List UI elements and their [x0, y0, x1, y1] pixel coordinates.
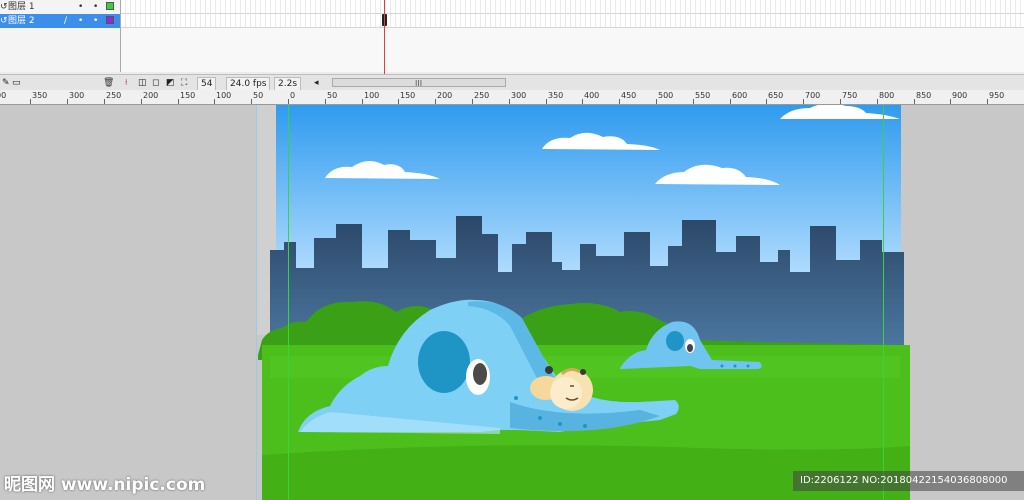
ruler-tick [67, 99, 68, 104]
current-frame-field[interactable]: 54 [197, 77, 217, 91]
ruler-label: 100 [216, 91, 232, 100]
ruler-label: 550 [695, 91, 711, 100]
ruler-tick [178, 99, 179, 104]
frame-rate-field[interactable]: 24.0 fps [226, 77, 271, 91]
ruler-tick [398, 99, 399, 104]
ruler-label: 600 [732, 91, 748, 100]
ruler-tick [546, 99, 547, 104]
ruler-tick [987, 99, 988, 104]
timeline-scrollbar[interactable]: III [332, 78, 506, 88]
edit-multiple-frames-icon[interactable]: ◩ [166, 75, 175, 91]
ruler-label: 400 [584, 91, 600, 100]
onion-skin-icon[interactable]: ◫ [138, 75, 147, 91]
frame-row-layer-2[interactable] [121, 14, 1024, 28]
ruler-tick [104, 99, 105, 104]
playhead[interactable] [384, 0, 385, 76]
layer-row-2[interactable]: ↺ 图层 2 / • • [0, 14, 120, 28]
horizontal-ruler: 0035030025020015010050050100150200250300… [0, 90, 1024, 105]
ruler-tick [30, 99, 31, 104]
ruler-label: 150 [400, 91, 416, 100]
visibility-toggle[interactable]: • [78, 0, 83, 14]
ruler-tick [214, 99, 215, 104]
layer-name[interactable]: 图层 2 [8, 14, 35, 28]
ruler-label: 650 [768, 91, 784, 100]
ruler-tick [656, 99, 657, 104]
watermark-id: ID:2206122 NO:20180422154036808000 [793, 471, 1024, 491]
ruler-tick [582, 99, 583, 104]
ruler-label: 200 [143, 91, 159, 100]
ruler-label: 350 [32, 91, 48, 100]
outline-color-swatch[interactable] [106, 16, 114, 24]
ruler-label: 50 [327, 91, 338, 100]
ruler-tick [141, 99, 142, 104]
lock-toggle[interactable]: • [93, 14, 98, 28]
add-layer-icon[interactable]: ✎ [2, 75, 10, 91]
scroll-left-arrow[interactable]: ◂ [314, 75, 319, 91]
center-frame-icon[interactable]: ⍿ [125, 75, 127, 91]
ruler-tick [766, 99, 767, 104]
layer-row-1[interactable]: ↺ 图层 1 • • [0, 0, 120, 14]
ruler-tick [619, 99, 620, 104]
ruler-label: 300 [511, 91, 527, 100]
ruler-label: 800 [879, 91, 895, 100]
ruler-tick [693, 99, 694, 104]
ruler-label: 950 [989, 91, 1005, 100]
ruler-tick [730, 99, 731, 104]
layer-icon: ↺ [0, 16, 8, 26]
ruler-tick [840, 99, 841, 104]
ruler-label: 200 [437, 91, 453, 100]
ruler-tick [472, 99, 473, 104]
elapsed-time-field: 2.2s [274, 77, 302, 91]
add-folder-icon[interactable]: ▭ [12, 75, 21, 91]
ruler-label: 50 [253, 91, 264, 100]
ruler-tick [950, 99, 951, 104]
timeline-toolbar: ✎ ▭ 🗑 ⍿ ◫ ◻ ◩ ⛶ 54 24.0 fps 2.2s ◂ III [0, 74, 1024, 91]
watermark-logo: 昵图网 www.nipic.com [4, 475, 206, 495]
ruler-label: 700 [805, 91, 821, 100]
onion-outline-icon[interactable]: ◻ [152, 75, 159, 91]
layer-name[interactable]: 图层 1 [8, 0, 35, 14]
ruler-label: 150 [180, 91, 196, 100]
ruler-label: 100 [364, 91, 380, 100]
delete-layer-icon[interactable]: 🗑 [103, 75, 114, 91]
lock-toggle[interactable]: • [93, 0, 98, 14]
layer-icon: ↺ [0, 2, 8, 12]
green-guide-line[interactable] [883, 105, 884, 500]
modify-markers-icon[interactable]: ⛶ [181, 75, 187, 91]
ruler-label: 450 [621, 91, 637, 100]
ruler-label: 0 [290, 91, 296, 100]
stage-area[interactable] [0, 105, 1024, 500]
ruler-label: 350 [548, 91, 564, 100]
ruler-label: 00 [0, 91, 7, 100]
stage-guide-line [256, 105, 257, 500]
visibility-toggle[interactable]: • [78, 14, 83, 28]
timeline-panel: ↺ 图层 1 • • ↺ 图层 2 / • • ✎ ▭ 🗑 ⍿ ◫ ◻ ◩ ⛶ … [0, 0, 1024, 91]
ruler-label: 750 [842, 91, 858, 100]
ruler-tick [914, 99, 915, 104]
ruler-label: 300 [69, 91, 85, 100]
layer-list: ↺ 图层 1 • • ↺ 图层 2 / • • [0, 0, 121, 72]
frame-grid[interactable] [121, 0, 1024, 72]
ruler-tick [325, 99, 326, 104]
stage-canvas[interactable] [0, 105, 1024, 500]
ruler-tick [877, 99, 878, 104]
ruler-tick [435, 99, 436, 104]
ruler-label: 250 [106, 91, 122, 100]
frame-row-layer-1[interactable] [121, 0, 1024, 14]
outline-color-swatch[interactable] [106, 2, 114, 10]
ruler-label: 500 [658, 91, 674, 100]
ruler-tick [509, 99, 510, 104]
ruler-tick [803, 99, 804, 104]
green-guide-line[interactable] [288, 105, 289, 500]
ruler-tick [288, 99, 289, 104]
ruler-tick [362, 99, 363, 104]
ruler-label: 900 [952, 91, 968, 100]
ruler-label: 250 [474, 91, 490, 100]
ruler-tick [251, 99, 252, 104]
pencil-icon: / [64, 16, 68, 26]
ruler-label: 850 [916, 91, 932, 100]
